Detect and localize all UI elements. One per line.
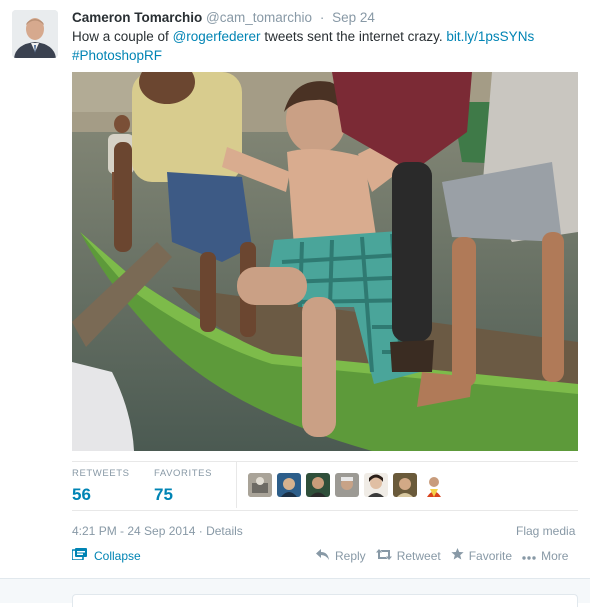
url-link[interactable]: bit.ly/1psSYNs xyxy=(446,29,534,44)
favorite-icon xyxy=(451,548,464,563)
collapse-button[interactable]: Collapse xyxy=(71,548,141,563)
favorites-label: FAVORITES xyxy=(154,468,213,479)
author-screenname[interactable]: @cam_tomarchio xyxy=(206,10,312,25)
flag-media-link[interactable]: Flag media xyxy=(516,524,575,538)
more-button[interactable]: More xyxy=(522,548,568,563)
header-separator: · xyxy=(319,10,325,25)
favorites-stat[interactable]: FAVORITES 75 xyxy=(154,468,212,505)
collapse-icon xyxy=(71,548,87,563)
stats-divider xyxy=(236,462,237,508)
favoriter-avatar[interactable] xyxy=(364,473,388,497)
favoriter-avatar[interactable] xyxy=(277,473,301,497)
favoriter-avatar[interactable] xyxy=(393,473,417,497)
tweet-time[interactable]: Sep 24 xyxy=(332,10,375,25)
tweet-timestamp: 4:21 PM - 24 Sep 2014 xyxy=(72,524,196,538)
reply-icon xyxy=(316,548,330,563)
tweet-header: Cameron Tomarchio @cam_tomarchio · Sep 2… xyxy=(72,10,375,25)
reply-input[interactable] xyxy=(72,594,578,607)
retweet-button[interactable]: Retweet xyxy=(375,548,441,563)
metadata-separator: · xyxy=(195,524,207,538)
author-avatar[interactable] xyxy=(12,10,58,58)
tweet-text: How a couple of @rogerfederer tweets sen… xyxy=(72,27,572,65)
reply-label: Reply xyxy=(335,548,366,563)
tweet-stats: RETWEETS 56 FAVORITES 75 xyxy=(72,461,578,511)
favoriter-avatar[interactable] xyxy=(335,473,359,497)
reply-button[interactable]: Reply xyxy=(316,548,366,563)
hashtag-link[interactable]: #PhotoshopRF xyxy=(72,48,162,63)
tweet-actions: Reply Retweet Favorite More xyxy=(316,548,568,563)
favoriter-avatar[interactable] xyxy=(422,473,446,497)
tweet-metadata: 4:21 PM - 24 Sep 2014 · Details xyxy=(72,524,243,538)
retweet-label: Retweet xyxy=(396,548,441,563)
details-link[interactable]: Details xyxy=(206,524,243,538)
tweet-text-middle: tweets sent the internet crazy. xyxy=(260,29,447,44)
retweets-count[interactable]: 56 xyxy=(72,485,130,505)
favoriter-avatar[interactable] xyxy=(248,473,272,497)
favorite-label: Favorite xyxy=(468,548,513,563)
more-label: More xyxy=(541,548,569,563)
collapse-label: Collapse xyxy=(94,548,141,563)
favoriter-avatar[interactable] xyxy=(306,473,330,497)
tweet-text-prefix: How a couple of xyxy=(72,29,173,44)
reply-area xyxy=(0,578,590,607)
favorite-button[interactable]: Favorite xyxy=(451,548,512,563)
author-fullname[interactable]: Cameron Tomarchio xyxy=(72,10,202,25)
retweet-icon xyxy=(375,548,392,563)
mention-link[interactable]: @rogerfederer xyxy=(173,29,261,44)
tweet-photo[interactable] xyxy=(72,72,578,451)
expanded-tweet: Cameron Tomarchio @cam_tomarchio · Sep 2… xyxy=(0,0,590,578)
retweets-stat[interactable]: RETWEETS 56 xyxy=(72,468,130,505)
retweets-label: RETWEETS xyxy=(72,468,130,479)
more-icon xyxy=(522,549,536,563)
favorites-count[interactable]: 75 xyxy=(154,485,212,505)
